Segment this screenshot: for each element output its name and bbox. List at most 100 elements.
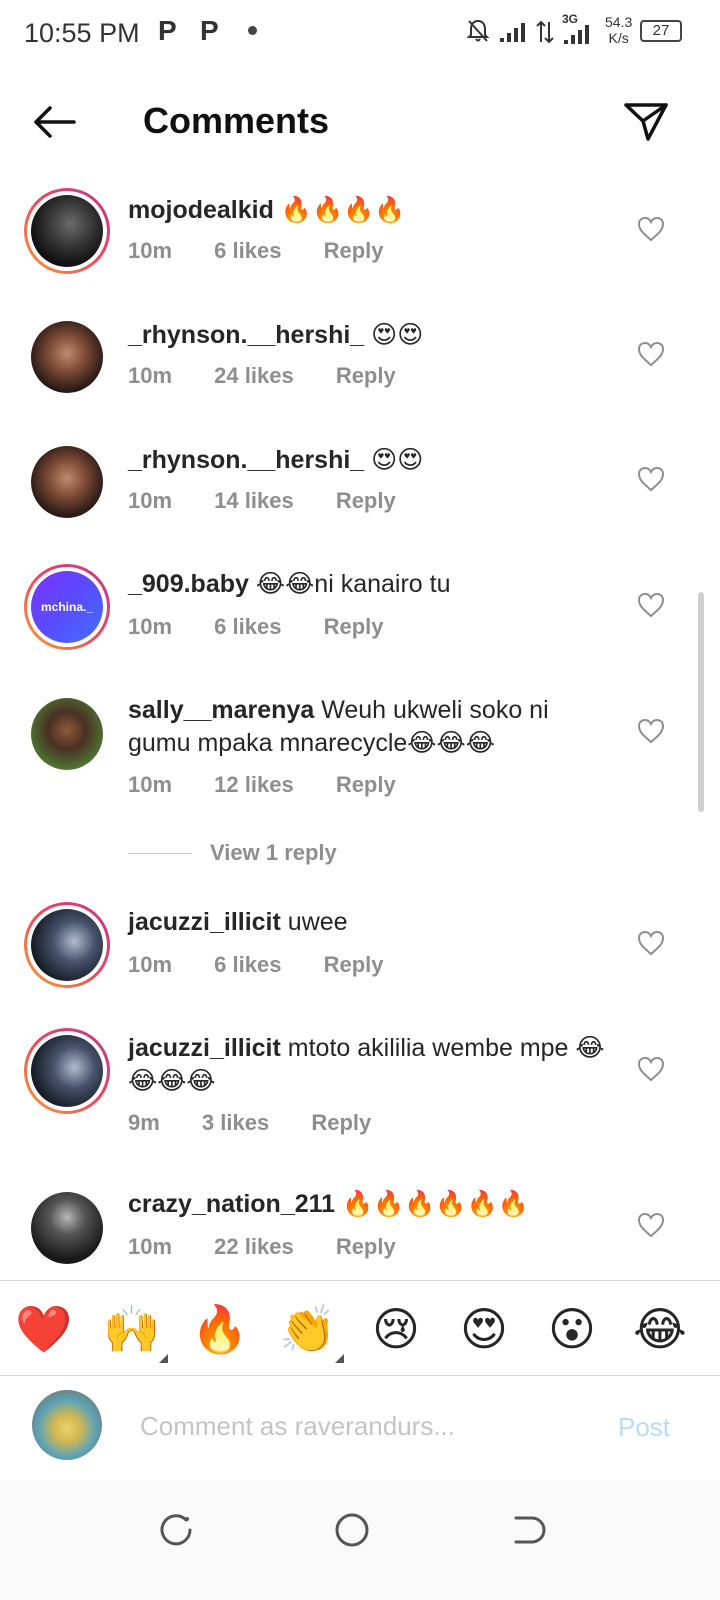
reply-button[interactable]: Reply	[336, 772, 396, 797]
recent-apps-icon	[160, 1514, 192, 1546]
emoji-heart-button[interactable]: ❤️	[14, 1299, 74, 1359]
comment-time: 10m	[128, 363, 173, 388]
heart-icon[interactable]	[636, 1054, 666, 1084]
comment-time: 10m	[128, 238, 173, 263]
back-nav-button[interactable]	[498, 1500, 558, 1560]
comment-username[interactable]: _rhynson.__hershi_	[128, 321, 364, 349]
emoji-laughing-button[interactable]: 😂	[630, 1299, 690, 1359]
reply-button[interactable]: Reply	[336, 363, 396, 388]
reply-button[interactable]: Reply	[324, 238, 384, 263]
skin-tone-indicator-icon	[159, 1354, 168, 1363]
comment-composer: Post	[0, 1376, 720, 1480]
comment-likes[interactable]: 6 likes	[214, 238, 281, 263]
avatar[interactable]: mchina._	[24, 564, 110, 650]
comment-time: 10m	[128, 488, 173, 513]
recent-apps-button[interactable]	[146, 1500, 206, 1560]
comment-time: 9m	[128, 1110, 160, 1135]
comment-meta: 9m 3 likes Reply	[128, 1110, 407, 1136]
back-button[interactable]	[26, 94, 82, 150]
heart-icon[interactable]	[636, 464, 666, 494]
post-button[interactable]: Post	[618, 1412, 670, 1443]
status-bar: 10:55 PM P P 3G 54.3 K/s 27	[0, 0, 720, 64]
heart-icon[interactable]	[636, 928, 666, 958]
comment-text: uwee	[280, 908, 348, 936]
comment-username[interactable]: jacuzzi_illicit	[128, 1034, 281, 1062]
view-replies-button[interactable]: View 1 reply	[128, 838, 337, 868]
emoji-fire-button[interactable]: 🔥	[190, 1299, 250, 1359]
avatar-label: mchina._	[31, 571, 103, 643]
emoji-bar: ❤️ 🙌 🔥 👏 😢 😍 😮 😂	[0, 1280, 720, 1376]
comment-meta: 10m 24 likes Reply	[128, 363, 432, 389]
emoji-surprised-button[interactable]: 😮	[542, 1299, 602, 1359]
avatar[interactable]	[24, 188, 110, 274]
scrollbar[interactable]	[698, 592, 704, 812]
comment-time: 10m	[128, 1234, 173, 1259]
network-speed: 54.3 K/s	[605, 14, 633, 46]
comment-text: 😂😂ni kanairo tu	[248, 570, 451, 598]
comment-username[interactable]: jacuzzi_illicit	[128, 908, 281, 936]
comment-text: 😍😍	[364, 446, 424, 474]
comment-text: 😍😍	[364, 321, 424, 349]
skin-tone-indicator-icon	[335, 1354, 344, 1363]
current-user-avatar	[32, 1390, 102, 1460]
comment-input[interactable]	[140, 1406, 580, 1446]
reply-button[interactable]: Reply	[324, 614, 384, 639]
comment-meta: 10m 22 likes Reply	[128, 1234, 432, 1260]
reply-button[interactable]: Reply	[336, 488, 396, 513]
comment-text: 🔥🔥🔥🔥	[273, 196, 406, 224]
battery-icon: 27	[640, 20, 682, 42]
comment-meta: 10m 14 likes Reply	[128, 488, 432, 514]
avatar[interactable]	[24, 1028, 110, 1114]
comment-username[interactable]: sally__marenya	[128, 696, 314, 724]
notification-icon: P	[200, 15, 219, 46]
avatar[interactable]	[24, 1185, 110, 1271]
notification-dot-icon	[248, 26, 257, 35]
comment-username[interactable]: crazy_nation_211	[128, 1190, 335, 1218]
comment-username[interactable]: _rhynson.__hershi_	[128, 446, 364, 474]
reply-button[interactable]: Reply	[311, 1110, 371, 1135]
comment-likes[interactable]: 24 likes	[214, 363, 294, 388]
data-transfer-icon	[536, 20, 554, 44]
system-nav-bar	[0, 1480, 720, 1600]
avatar[interactable]	[24, 439, 110, 525]
home-icon	[335, 1513, 369, 1547]
comment-time: 10m	[128, 772, 173, 797]
signal-icon	[500, 23, 525, 42]
heart-icon[interactable]	[636, 716, 666, 746]
reply-button[interactable]: Reply	[324, 952, 384, 977]
comment-likes[interactable]: 22 likes	[214, 1234, 294, 1259]
reply-button[interactable]: Reply	[336, 1234, 396, 1259]
signal-3g-icon	[564, 25, 589, 44]
home-button[interactable]	[322, 1500, 382, 1560]
emoji-raised-hands-button[interactable]: 🙌	[102, 1299, 168, 1363]
avatar[interactable]	[24, 314, 110, 400]
avatar[interactable]	[24, 691, 110, 777]
heart-icon[interactable]	[636, 214, 666, 244]
status-time: 10:55 PM	[24, 18, 140, 48]
view-replies-label: View 1 reply	[210, 840, 337, 865]
heart-icon[interactable]	[636, 1210, 666, 1240]
heart-icon[interactable]	[636, 339, 666, 369]
comment-text: 🔥🔥🔥🔥🔥🔥	[335, 1190, 529, 1218]
comment-username[interactable]: _909.baby	[128, 570, 249, 598]
comment-meta: 10m 6 likes Reply	[128, 952, 420, 978]
comment-likes[interactable]: 3 likes	[202, 1110, 269, 1135]
header: Comments	[0, 64, 720, 174]
emoji-crying-button[interactable]: 😢	[366, 1299, 426, 1359]
comment-username[interactable]: mojodealkid	[128, 196, 274, 224]
comment-likes[interactable]: 6 likes	[214, 952, 281, 977]
comment-likes[interactable]: 14 likes	[214, 488, 294, 513]
emoji-heart-eyes-button[interactable]: 😍	[454, 1299, 514, 1359]
comment-meta: 10m 12 likes Reply	[128, 772, 432, 798]
comment-likes[interactable]: 12 likes	[214, 772, 294, 797]
comment-time: 10m	[128, 952, 173, 977]
comment-meta: 10m 6 likes Reply	[128, 614, 420, 640]
mute-bell-icon	[466, 19, 490, 42]
back-nav-icon	[514, 1516, 546, 1544]
notification-icon: P	[158, 15, 177, 46]
emoji-clap-button[interactable]: 👏	[278, 1299, 344, 1363]
heart-icon[interactable]	[636, 590, 666, 620]
comment-likes[interactable]: 6 likes	[214, 614, 281, 639]
share-button[interactable]	[618, 94, 674, 150]
avatar[interactable]	[24, 902, 110, 988]
